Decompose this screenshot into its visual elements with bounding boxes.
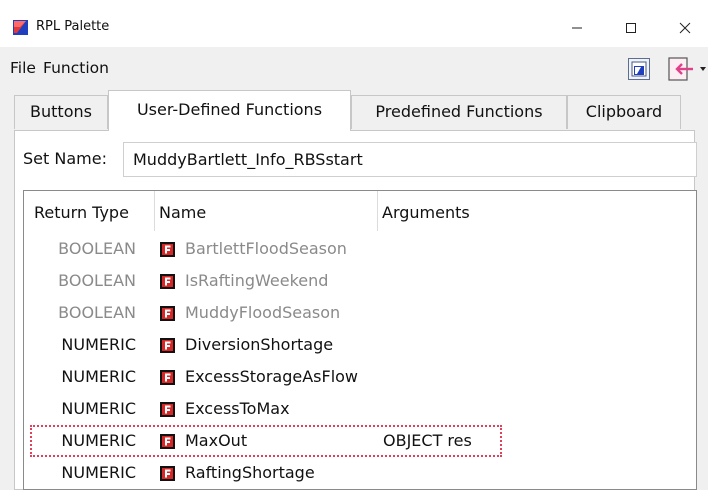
set-name-field[interactable]: MuddyBartlett_Info_RBSstart	[123, 142, 697, 177]
window-title: RPL Palette	[36, 19, 110, 34]
maximize-icon	[626, 23, 636, 33]
function-icon	[160, 370, 175, 385]
table-row[interactable]: BOOLEAN BartlettFloodSeason	[24, 233, 696, 265]
return-type-cell: NUMERIC	[61, 399, 136, 418]
column-header-label: Name	[159, 203, 207, 222]
function-name-cell: MaxOut	[185, 431, 248, 450]
function-name-cell: MuddyFloodSeason	[185, 303, 341, 322]
tab-predefined-functions[interactable]: Predefined Functions	[351, 95, 567, 129]
open-palette-icon	[631, 61, 647, 77]
column-header-return-type[interactable]: ^ Return Type	[34, 191, 155, 231]
table-row[interactable]: NUMERIC ExcessToMax	[24, 393, 696, 425]
column-header-label: Return Type	[34, 203, 129, 222]
function-icon	[160, 274, 175, 289]
table-row[interactable]: NUMERIC DiversionShortage	[24, 329, 696, 361]
minimize-icon	[572, 27, 582, 29]
table-row[interactable]: NUMERIC RaftingShortage	[24, 457, 696, 489]
function-icon	[160, 434, 175, 449]
insert-dropdown-icon	[668, 57, 706, 81]
table-row[interactable]: BOOLEAN MuddyFloodSeason	[24, 297, 696, 329]
function-name-cell: ExcessStorageAsFlow	[185, 367, 359, 386]
function-icon	[160, 402, 175, 417]
tab-strip: Buttons User-Defined Functions Predefine…	[0, 90, 708, 131]
column-header-label: Arguments	[382, 203, 470, 222]
close-button[interactable]	[662, 13, 708, 43]
return-type-cell: BOOLEAN	[58, 303, 136, 322]
insert-function-dropdown[interactable]	[666, 55, 708, 83]
function-name-cell: IsRaftingWeekend	[185, 271, 329, 290]
function-name-cell: ExcessToMax	[185, 399, 290, 418]
minimize-button[interactable]	[554, 13, 600, 43]
column-header-name[interactable]: Name	[159, 191, 378, 231]
menu-bar: File Function	[0, 47, 708, 87]
function-icon	[160, 338, 175, 353]
return-type-cell: NUMERIC	[61, 335, 136, 354]
sort-ascending-icon: ^	[68, 190, 77, 198]
table-row[interactable]: NUMERIC ExcessStorageAsFlow	[24, 361, 696, 393]
arguments-cell: OBJECT res	[383, 431, 472, 450]
function-icon	[160, 466, 175, 481]
function-name-cell: DiversionShortage	[185, 335, 334, 354]
menu-function[interactable]: Function	[43, 58, 109, 78]
function-name-cell: BartlettFloodSeason	[185, 239, 347, 258]
functions-table: ^ Return Type Name Arguments BOOLEAN Bart…	[23, 190, 697, 490]
tab-buttons[interactable]: Buttons	[14, 95, 108, 129]
open-palette-button[interactable]	[628, 58, 650, 80]
return-type-cell: BOOLEAN	[58, 271, 136, 290]
function-name-cell: RaftingShortage	[185, 463, 315, 482]
column-header-arguments[interactable]: Arguments	[382, 191, 622, 231]
set-name-label: Set Name:	[23, 149, 107, 168]
function-icon	[160, 306, 175, 321]
menu-file[interactable]: File	[10, 58, 36, 78]
table-row[interactable]: BOOLEAN IsRaftingWeekend	[24, 265, 696, 297]
return-type-cell: NUMERIC	[61, 367, 136, 386]
maximize-button[interactable]	[608, 13, 654, 43]
close-icon	[679, 22, 691, 34]
return-type-cell: NUMERIC	[61, 463, 136, 482]
tab-user-defined-functions[interactable]: User-Defined Functions	[108, 90, 351, 131]
app-icon	[13, 20, 28, 35]
function-icon	[160, 242, 175, 257]
tab-clipboard[interactable]: Clipboard	[567, 95, 681, 129]
return-type-cell: NUMERIC	[61, 431, 136, 450]
return-type-cell: BOOLEAN	[58, 239, 136, 258]
table-row[interactable]: NUMERIC MaxOut OBJECT res	[24, 425, 696, 457]
title-bar: RPL Palette	[0, 0, 708, 47]
